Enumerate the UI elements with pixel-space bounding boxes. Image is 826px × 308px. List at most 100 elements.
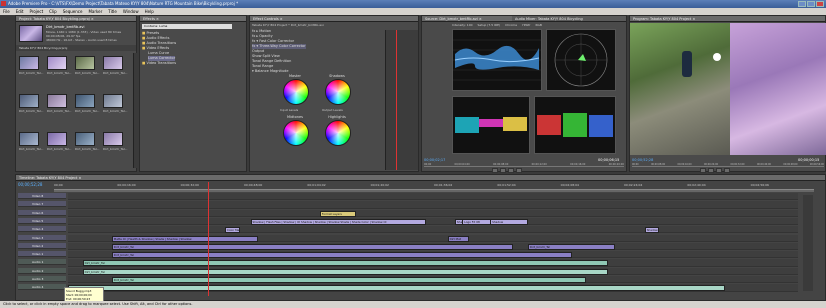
effects-search-input[interactable]: Contains: Luma xyxy=(142,24,232,29)
project-scrollbar[interactable] xyxy=(133,53,137,168)
menu-title[interactable]: Title xyxy=(108,8,117,15)
tab-program-monitor[interactable]: Program: Tabata KY\Y 804 Project × xyxy=(630,16,825,22)
timeline-clip[interactable]: Shadow | Flash Files | Shadow | Ol Shado… xyxy=(250,218,426,225)
track-lane[interactable] xyxy=(68,193,798,201)
close-button[interactable] xyxy=(816,1,824,7)
tab-audio-mixer[interactable]: Audio Mixer: Tabata KY\Y 804 Bicycling xyxy=(512,16,626,22)
source-timecode-in[interactable]: 00;00;02;17 xyxy=(424,158,445,162)
tab-effects[interactable]: Effects × xyxy=(140,16,246,22)
program-ruler[interactable]: 00;00 00;00;08;00 00;00;16;00 00;00;24;0… xyxy=(632,163,824,167)
tab-source-monitor[interactable]: Source: Dirt_bmxtr_bmtRb.avi × xyxy=(422,16,512,22)
track-lane[interactable] xyxy=(68,201,798,209)
timeline-clip[interactable]: Format Layers xyxy=(319,210,357,217)
maximize-button[interactable] xyxy=(807,1,815,7)
bin-clip-thumbnail[interactable] xyxy=(19,56,39,70)
folder-video-transitions[interactable]: ■ Video Transitions xyxy=(142,61,176,66)
bin-clip-thumbnail[interactable] xyxy=(19,94,39,108)
timeline-clip[interactable]: Dirt_bmxtr_Tal xyxy=(82,268,609,275)
menu-edit[interactable]: Edit xyxy=(16,8,24,15)
track-lane[interactable] xyxy=(68,209,798,217)
menu-marker[interactable]: Marker xyxy=(88,8,102,15)
menu-file[interactable]: File xyxy=(3,8,10,15)
track-header[interactable]: Video 4 xyxy=(18,226,66,233)
timeline-clip[interactable]: Dirt_bmxtr_Tal xyxy=(82,260,609,267)
ruler-tick: 00;00;32;00 xyxy=(730,163,745,166)
timeline-clip[interactable]: Dirt_bmxtr_Tal xyxy=(111,243,514,250)
bin-clip-thumbnail[interactable] xyxy=(47,56,67,70)
minimize-button[interactable] xyxy=(798,1,806,7)
timeline-clip[interactable]: Logo FX 08 xyxy=(462,218,492,225)
bin-clip-thumbnail[interactable] xyxy=(75,94,95,108)
bin-clip-thumbnail[interactable] xyxy=(47,94,67,108)
midtones-color-wheel[interactable] xyxy=(283,120,309,146)
timeline-clip[interactable]: Dirt_bmxtr_Tal xyxy=(527,243,616,250)
tab-project[interactable]: Project: Tabata KY\Y 804 Bicykling.prpro… xyxy=(16,16,136,22)
menu-help[interactable]: Help xyxy=(145,8,154,15)
loop-button[interactable] xyxy=(724,168,730,173)
rgb-toggle[interactable]: RGB xyxy=(535,23,541,27)
timeline-playhead[interactable] xyxy=(208,182,209,296)
timeline-clip[interactable]: Matte Ol | Health & Shadow | Shade | Sha… xyxy=(111,235,258,242)
effect-mini-timeline[interactable] xyxy=(385,30,418,170)
track-header[interactable]: Audio 2 xyxy=(18,267,66,274)
step-forward-button[interactable] xyxy=(508,168,514,173)
menu-sequence[interactable]: Sequence xyxy=(63,8,83,15)
timeline-timecode[interactable]: 00;00;52;28 xyxy=(18,182,42,187)
program-timecode-current[interactable]: 00;00;52;28 xyxy=(632,158,653,162)
track-scrollbar[interactable] xyxy=(803,195,813,291)
bin-clip-thumbnail[interactable] xyxy=(103,56,123,70)
track-header[interactable]: Video 3 xyxy=(18,234,66,241)
bin-clip-label: Dirt_bmxtr_Tal... xyxy=(75,147,100,151)
timeline-clip[interactable]: Dirt Mat xyxy=(447,235,470,242)
bin-clip-thumbnail[interactable] xyxy=(103,94,123,108)
video-left-half xyxy=(630,23,730,155)
ruler-tick: 00;00;40;00 xyxy=(756,163,771,166)
menu-project[interactable]: Project xyxy=(29,8,43,15)
ypbpr-toggle[interactable]: YPbPr xyxy=(522,23,531,27)
ruler-tick: 00;00 xyxy=(424,163,432,166)
play-button[interactable] xyxy=(500,168,506,173)
setup-toggle[interactable]: Setup (7.5 IRE) xyxy=(478,23,501,27)
step-forward-button[interactable] xyxy=(716,168,722,173)
program-video-frame[interactable] xyxy=(630,23,826,155)
timeline-clip[interactable]: Dirt_bmxtr_Tal xyxy=(111,277,587,283)
track-header[interactable]: Video 5 xyxy=(18,217,66,224)
shadows-color-wheel[interactable] xyxy=(325,79,351,105)
track-header[interactable]: Audio 1 xyxy=(18,259,66,266)
track-header[interactable]: Audio 4 xyxy=(18,284,66,291)
bin-clip-thumbnail[interactable] xyxy=(103,132,123,146)
bin-clip-thumbnail[interactable] xyxy=(75,56,95,70)
menu-clip[interactable]: Clip xyxy=(49,8,57,15)
master-color-wheel[interactable] xyxy=(283,79,309,105)
track-header[interactable]: Audio 3 xyxy=(18,276,66,282)
timeline-clip[interactable]: Dirt_bmxtr_Tal xyxy=(111,252,572,259)
play-button[interactable] xyxy=(708,168,714,173)
source-ruler[interactable]: 00;00 00;00;04;00 00;00;08;00 00;00;12;0… xyxy=(424,163,624,167)
project-file-row[interactable]: Tabata KY\Y 804 Bicycling.prproj xyxy=(16,45,136,51)
work-area-bar[interactable] xyxy=(54,190,814,192)
timeline-clip[interactable]: Shadow Ol xyxy=(644,227,660,234)
highlights-color-wheel[interactable] xyxy=(325,120,351,146)
tab-effect-controls[interactable]: Effect Controls × xyxy=(250,16,418,22)
track-header[interactable]: Video 7 xyxy=(18,201,66,208)
menu-window[interactable]: Window xyxy=(123,8,139,15)
track-header[interactable]: Video 6 xyxy=(18,209,66,216)
bin-clip-thumbnail[interactable] xyxy=(75,132,95,146)
playhead[interactable] xyxy=(396,30,397,170)
timeline-ruler[interactable]: 00;00 00;00;16;00 00;00;32;00 00;00;48;00 00… xyxy=(54,182,814,190)
chroma-toggle[interactable]: Chroma xyxy=(505,23,517,27)
intensity-readout[interactable]: Intensity: 100 xyxy=(452,23,473,27)
loop-button[interactable] xyxy=(516,168,522,173)
track-header[interactable]: Video 8 xyxy=(18,193,66,199)
timeline-clip[interactable]: Color Mat xyxy=(224,227,240,234)
track-lane[interactable] xyxy=(68,226,798,234)
tab-timeline[interactable]: Timeline: Tabata KY\Y 804 Project × xyxy=(16,175,825,181)
step-back-button[interactable] xyxy=(492,168,498,173)
bin-clip-thumbnail[interactable] xyxy=(19,132,39,146)
track-header[interactable]: Video 2 xyxy=(18,242,66,249)
bin-clip-thumbnail[interactable] xyxy=(47,132,67,146)
track-lane[interactable] xyxy=(68,217,798,226)
timeline-clip[interactable]: Sound Buggy.mp3 xyxy=(68,285,725,292)
track-header[interactable]: Video 1 xyxy=(18,251,66,258)
step-back-button[interactable] xyxy=(700,168,706,173)
